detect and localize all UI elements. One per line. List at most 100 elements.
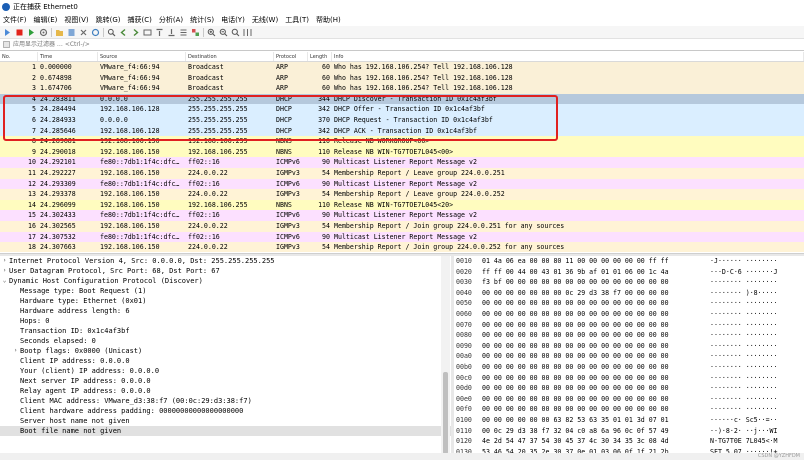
packet-row[interactable]: 14 24.296099 192.168.106.150 192.168.106.25… <box>0 199 804 211</box>
packet-row[interactable]: 8 24.289681 192.168.106.150 192.168.106.255… <box>0 136 804 147</box>
packet-row[interactable]: 15 24.302433 fe80::7db1:1f4c:dfc… ff02::16 I… <box>0 210 804 221</box>
bytes-hex[interactable]: 00 00 00 00 00 00 00 00 00 00 00 00 00 0… <box>482 373 710 384</box>
bytes-ascii[interactable]: ·J······ ········ <box>710 256 800 267</box>
zoom-reset-icon[interactable] <box>231 28 240 37</box>
find-packet-icon[interactable] <box>107 28 116 37</box>
bytes-ascii[interactable]: ········ ········ <box>710 277 800 288</box>
bytes-hex[interactable]: 00 00 00 00 00 00 00 00 00 00 00 00 00 0… <box>482 383 710 394</box>
detail-tree-item[interactable]: Message type: Boot Request (1) <box>0 286 451 296</box>
packet-row[interactable]: 6 24.284933 0.0.0.0 255.255.255.255 DHCP 370 D… <box>0 114 804 126</box>
bytes-offset[interactable]: 0120 <box>454 436 482 447</box>
bytes-hex[interactable]: 01 4a 06 ea 00 00 80 11 00 00 00 00 00 0… <box>482 256 710 267</box>
bytes-hex[interactable]: 00 00 00 00 00 00 00 00 00 00 00 00 00 0… <box>482 341 710 352</box>
packet-row[interactable]: 18 24.307663 192.168.106.150 224.0.0.22 IGMP… <box>0 242 804 252</box>
bytes-ascii[interactable]: ········ ········ <box>710 341 800 352</box>
zoom-out-icon[interactable] <box>219 28 228 37</box>
bytes-ascii[interactable]: ········ ········ <box>710 320 800 331</box>
menu-analyze[interactable]: 分析(A) <box>159 15 183 25</box>
details-scrollbar-thumb[interactable] <box>443 372 448 454</box>
bytes-offset[interactable]: 0050 <box>454 298 482 309</box>
packet-row[interactable]: 4 24.283811 0.0.0.0 255.255.255.255 DHCP 344 D… <box>0 93 804 105</box>
bytes-offset[interactable]: 0070 <box>454 320 482 331</box>
packet-row[interactable]: 9 24.290018 192.168.106.150 192.168.106.255… <box>0 146 804 158</box>
bytes-ascii[interactable]: ········ ········ <box>710 404 800 415</box>
detail-tree-item[interactable]: Client hardware address padding: 0000000… <box>0 406 451 416</box>
bytes-offset[interactable]: 0080 <box>454 330 482 341</box>
packet-row[interactable]: 11 24.292227 192.168.106.150 224.0.0.22 IGMP… <box>0 167 804 179</box>
packet-row[interactable]: 17 24.307532 fe80::7db1:1f4c:dfc… ff02::16 I… <box>0 231 804 243</box>
detail-tree-item[interactable]: › User Datagram Protocol, Src Port: 68, D… <box>0 266 451 276</box>
bytes-ascii[interactable]: ······c· Sc5··=·· <box>710 415 800 426</box>
bytes-ascii[interactable]: ········ ········ <box>710 362 800 373</box>
collapsed-arrow-icon[interactable]: › <box>0 256 9 266</box>
detail-tree-item[interactable]: Next server IP address: 0.0.0.0 <box>0 376 451 386</box>
go-back-icon[interactable] <box>119 28 128 37</box>
bytes-ascii[interactable]: ········ ········ <box>710 309 800 320</box>
save-file-icon[interactable] <box>67 28 76 37</box>
bytes-offset[interactable]: 0020 <box>454 267 482 278</box>
menu-file[interactable]: 文件(F) <box>3 15 27 25</box>
restart-capture-icon[interactable] <box>27 28 36 37</box>
go-forward-icon[interactable] <box>131 28 140 37</box>
menu-tools[interactable]: 工具(T) <box>285 15 309 25</box>
menu-telephony[interactable]: 电话(Y) <box>221 15 245 25</box>
detail-tree-item[interactable]: › Bootp flags: 0x0000 (Unicast) <box>0 346 451 356</box>
detail-tree-item[interactable]: Hardware type: Ethernet (0x01) <box>0 296 451 306</box>
reload-icon[interactable] <box>91 28 100 37</box>
colorize-icon[interactable] <box>191 28 200 37</box>
bytes-hex[interactable]: 00 00 00 00 00 00 00 00 00 00 00 00 00 0… <box>482 362 710 373</box>
display-filter-input[interactable] <box>13 39 773 50</box>
bytes-ascii[interactable]: ········ ········ <box>710 351 800 362</box>
bytes-offset[interactable]: 0110 <box>454 426 482 437</box>
detail-tree-item[interactable]: Hardware address length: 6 <box>0 306 451 316</box>
bytes-offset[interactable]: 00d0 <box>454 383 482 394</box>
zoom-in-icon[interactable] <box>207 28 216 37</box>
bytes-hex[interactable]: 00 00 00 00 00 00 00 00 00 00 00 00 00 0… <box>482 330 710 341</box>
packet-row[interactable]: 7 24.285646 192.168.106.128 255.255.255.255… <box>0 125 804 137</box>
resize-columns-icon[interactable] <box>243 28 252 37</box>
bytes-ascii[interactable]: ········ ········ <box>710 298 800 309</box>
bytes-ascii[interactable]: ········ ········ <box>710 373 800 384</box>
detail-tree-item[interactable]: Server host name not given <box>0 416 451 426</box>
bytes-offset[interactable]: 0040 <box>454 288 482 299</box>
expanded-arrow-icon[interactable]: ⌄ <box>0 276 9 286</box>
packet-row[interactable]: 16 24.302565 192.168.106.150 224.0.0.22 IGMP… <box>0 220 804 232</box>
bytes-offset[interactable]: 0060 <box>454 309 482 320</box>
collapsed-arrow-icon[interactable]: › <box>0 266 9 276</box>
bytes-ascii[interactable]: ···D·C·6 ·······J <box>710 267 800 278</box>
bytes-hex[interactable]: 00 0c 29 d3 38 f7 32 04 c0 a8 6a 96 0c 0… <box>482 426 710 437</box>
bookmark-filter-icon[interactable] <box>3 41 10 48</box>
detail-tree-item[interactable]: Seconds elapsed: 0 <box>0 336 451 346</box>
bytes-hex[interactable]: 00 00 00 00 00 00 00 00 00 00 00 00 00 0… <box>482 309 710 320</box>
column-header-protocol[interactable]: Protocol <box>274 52 308 61</box>
details-scrollbar[interactable] <box>441 256 450 460</box>
column-header-destination[interactable]: Destination <box>186 52 274 61</box>
menu-edit[interactable]: 编辑(E) <box>34 15 58 25</box>
last-packet-icon[interactable] <box>167 28 176 37</box>
start-capture-icon[interactable] <box>3 28 12 37</box>
bytes-offset[interactable]: 00e0 <box>454 394 482 405</box>
stop-capture-icon[interactable] <box>15 28 24 37</box>
collapsed-arrow-icon[interactable]: › <box>11 346 20 356</box>
bytes-hex[interactable]: 00 00 00 00 00 00 00 00 00 00 00 00 00 0… <box>482 351 710 362</box>
column-header-time[interactable]: Time <box>38 52 98 61</box>
bytes-offset[interactable]: 00c0 <box>454 373 482 384</box>
bytes-offset[interactable]: 0100 <box>454 415 482 426</box>
detail-tree-item[interactable]: Hops: 0 <box>0 316 451 326</box>
go-to-packet-icon[interactable] <box>143 28 152 37</box>
packet-row[interactable]: 3 1.674706 VMware_f4:66:94 Broadcast ARP 60 Wh… <box>0 83 804 94</box>
bytes-hex[interactable]: f3 bf 00 00 00 00 00 00 00 00 00 00 00 0… <box>482 277 710 288</box>
first-packet-icon[interactable] <box>155 28 164 37</box>
packet-row[interactable]: 10 24.292101 fe80::7db1:1f4c:dfc… ff02::16 I… <box>0 157 804 168</box>
capture-options-icon[interactable] <box>39 28 48 37</box>
bytes-ascii[interactable]: ········ ········ <box>710 394 800 405</box>
detail-tree-item[interactable]: ⌄ Dynamic Host Configuration Protocol (Di… <box>0 276 451 286</box>
menu-wireless[interactable]: 无线(W) <box>252 15 278 25</box>
packet-row[interactable]: 5 24.284494 192.168.106.128 255.255.255.255… <box>0 104 804 115</box>
menu-go[interactable]: 跳转(G) <box>96 15 121 25</box>
bytes-hex[interactable]: ff ff 00 44 00 43 01 36 9b af 01 01 06 0… <box>482 267 710 278</box>
detail-tree-item[interactable]: Transaction ID: 0x1c4af3bf <box>0 326 451 336</box>
bytes-hex[interactable]: 00 00 00 00 00 00 00 00 00 00 00 00 00 0… <box>482 404 710 415</box>
bytes-offset[interactable]: 0090 <box>454 341 482 352</box>
bytes-ascii[interactable]: ········ )·8····· <box>710 288 800 299</box>
